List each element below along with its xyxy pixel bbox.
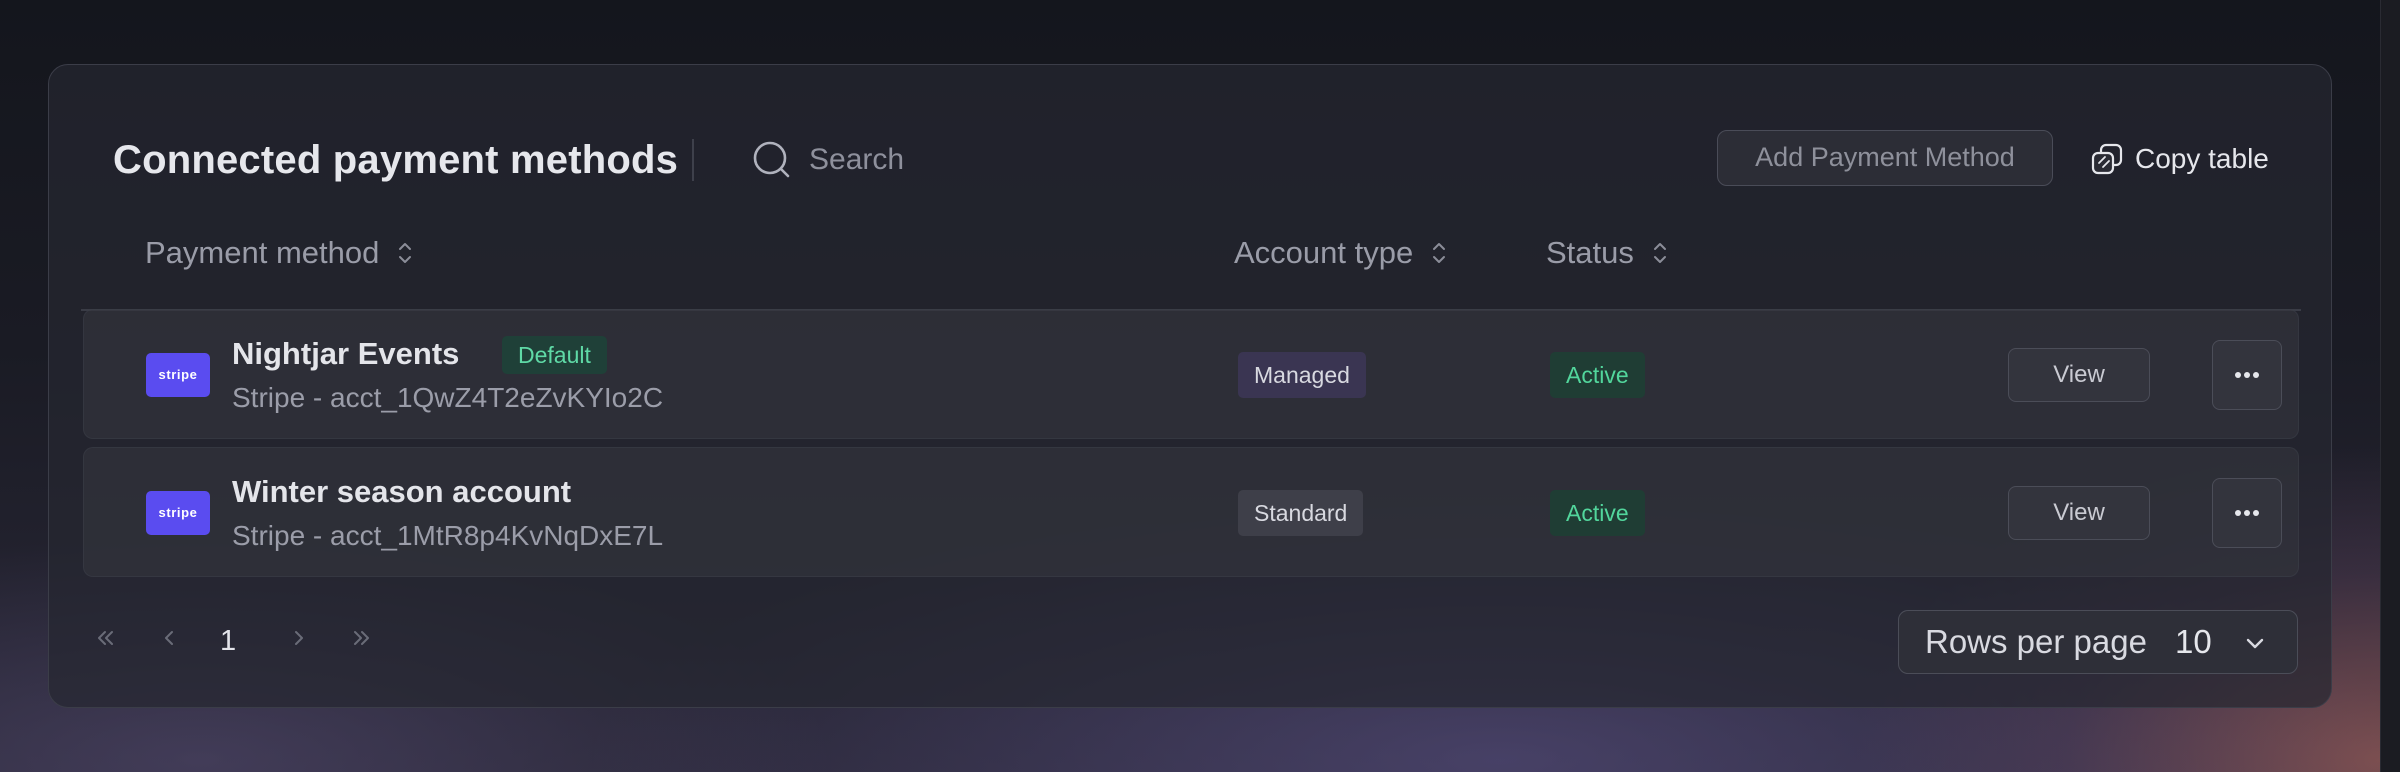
rows-per-page-select[interactable]: Rows per page 10 [1898, 610, 2298, 674]
payment-method-name: Winter season account [232, 474, 572, 509]
default-badge: Default [502, 336, 607, 374]
chevrons-right-icon [354, 631, 369, 645]
view-button[interactable]: View [2008, 348, 2150, 402]
copy-icon [2091, 143, 2123, 175]
current-page-number[interactable]: 1 [220, 622, 236, 660]
copy-table-label: Copy table [2135, 143, 2269, 174]
search-input[interactable] [809, 137, 1509, 183]
sort-icon [1433, 243, 1446, 263]
title-divider [692, 139, 694, 181]
more-horizontal-icon [2235, 510, 2259, 516]
column-header-label: Account type [1234, 235, 1414, 270]
payment-method-name: Nightjar Events [232, 336, 460, 371]
table-row: stripe Nightjar Events Default Stripe - … [83, 309, 2299, 439]
row-actions-button[interactable] [2212, 340, 2282, 410]
chevrons-left-icon [98, 631, 113, 645]
chevron-left-icon [165, 631, 173, 645]
table-row: stripe Winter season account Stripe - ac… [83, 447, 2299, 577]
account-type-badge: Managed [1238, 352, 1366, 398]
search-icon [753, 141, 790, 178]
column-header-status[interactable]: Status [1546, 231, 1668, 275]
chevron-down-icon [2246, 638, 2264, 649]
next-page-button[interactable] [278, 618, 318, 658]
status-badge: Active [1550, 490, 1645, 536]
rows-per-page-value: 10 [2175, 623, 2212, 660]
column-header-label: Status [1546, 235, 1634, 270]
payment-method-account-id: Stripe - acct_1MtR8p4KvNqDxE7L [232, 520, 664, 551]
first-page-button[interactable] [85, 618, 125, 658]
more-horizontal-icon [2235, 372, 2259, 378]
stripe-logo: stripe [146, 353, 210, 397]
stripe-logo: stripe [146, 491, 210, 535]
row-actions-button[interactable] [2212, 478, 2282, 548]
sort-icon [1653, 243, 1666, 263]
copy-table-button[interactable]: Copy table [2089, 139, 2269, 179]
sort-icon [399, 243, 412, 263]
last-page-button[interactable] [342, 618, 382, 658]
previous-page-button[interactable] [150, 618, 190, 658]
status-badge: Active [1550, 352, 1645, 398]
add-payment-method-button[interactable]: Add Payment Method [1717, 130, 2053, 186]
page-scrollbar[interactable] [2380, 0, 2400, 772]
payment-method-account-id: Stripe - acct_1QwZ4T2eZvKYIo2C [232, 382, 664, 413]
column-header-account-type[interactable]: Account type [1234, 231, 1447, 275]
account-type-badge: Standard [1238, 490, 1364, 536]
column-header-payment-method[interactable]: Payment method [145, 231, 413, 275]
view-button[interactable]: View [2008, 486, 2150, 540]
card-title: Connected payment methods [113, 138, 679, 182]
column-header-label: Payment method [145, 235, 380, 270]
rows-per-page-label: Rows per page [1925, 623, 2147, 660]
chevron-right-icon [295, 631, 303, 645]
